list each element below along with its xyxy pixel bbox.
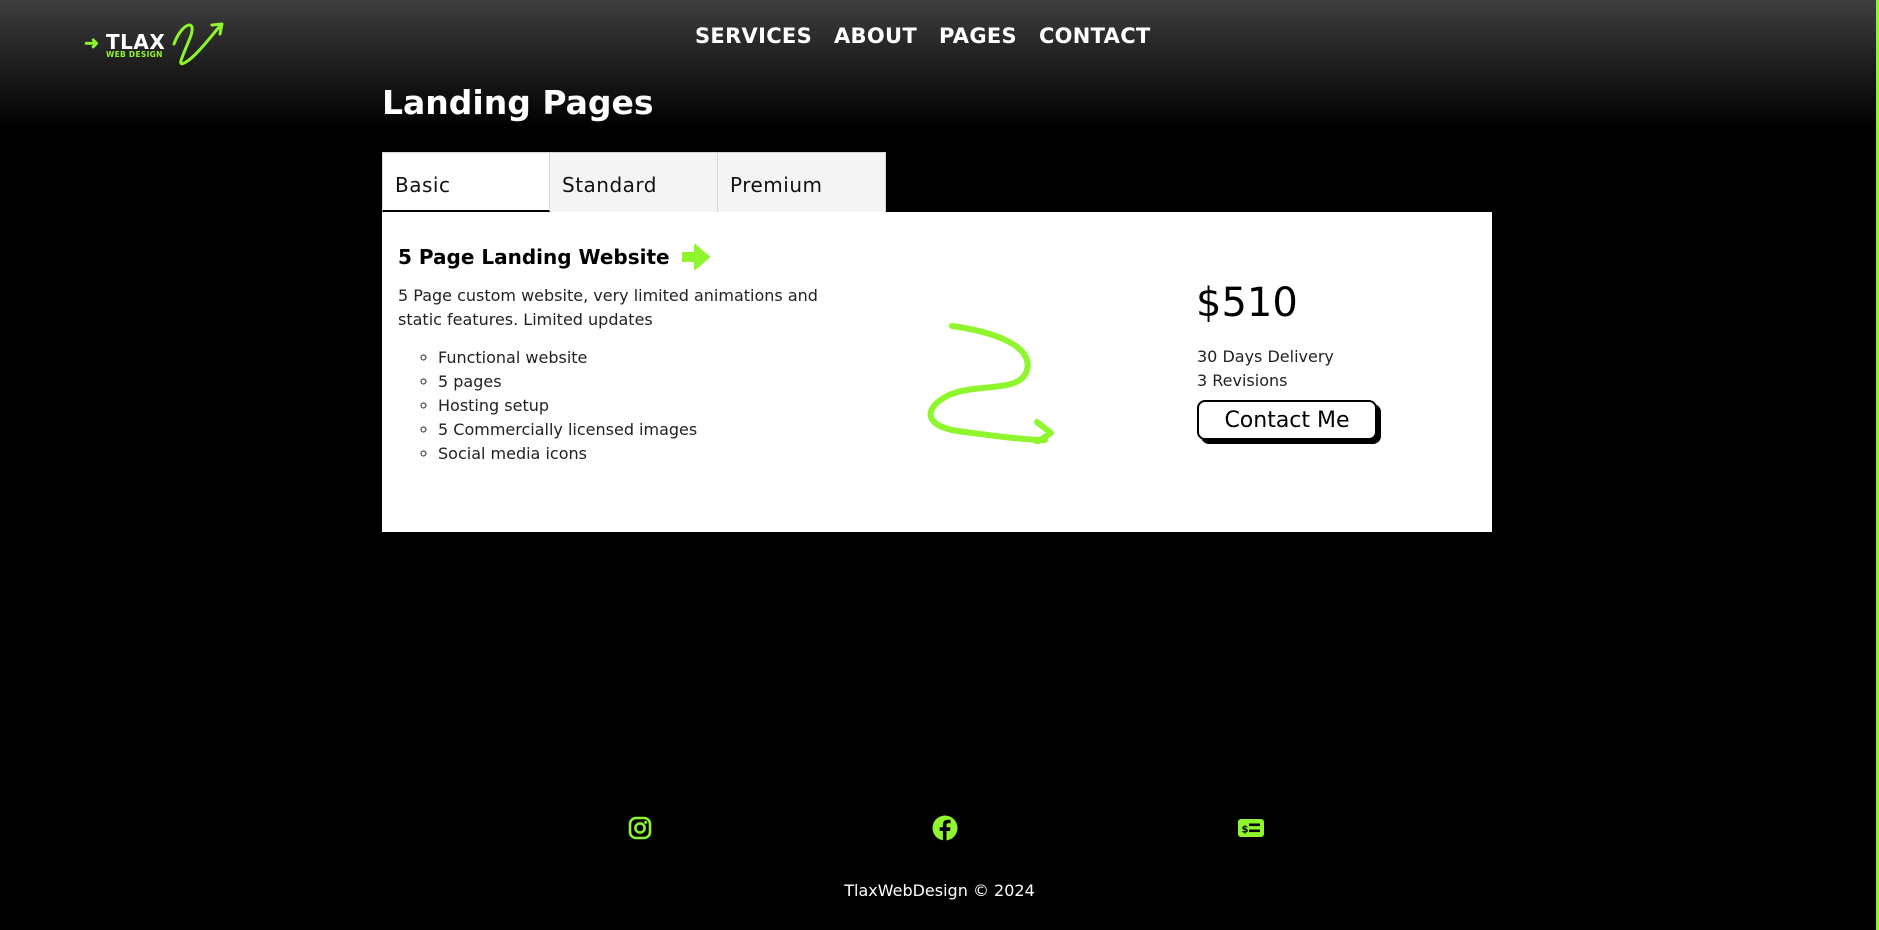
- squiggle-arrow-icon: [927, 323, 1054, 444]
- instagram-icon[interactable]: [626, 814, 654, 842]
- nav-about[interactable]: ABOUT: [834, 24, 917, 48]
- contact-me-button[interactable]: Contact Me: [1197, 400, 1377, 440]
- nav-pages[interactable]: PAGES: [939, 24, 1017, 48]
- feature-list: Functional website 5 pages Hosting setup…: [398, 346, 697, 466]
- page-title: Landing Pages: [382, 83, 654, 122]
- plan-meta: 30 Days Delivery 3 Revisions: [1197, 345, 1334, 393]
- pricing-tabs: Basic Standard Premium: [382, 152, 886, 212]
- tab-basic[interactable]: Basic: [382, 152, 550, 212]
- footer-copyright: TlaxWebDesign © 2024: [844, 881, 1035, 900]
- main-nav: SERVICES ABOUT PAGES CONTACT: [695, 24, 1151, 48]
- list-item: Hosting setup: [438, 394, 697, 418]
- list-item: 5 pages: [438, 370, 697, 394]
- svg-text:$: $: [1242, 825, 1249, 836]
- list-item: 5 Commercially licensed images: [438, 418, 697, 442]
- tab-standard[interactable]: Standard: [550, 152, 718, 212]
- arrow-right-icon: [681, 244, 710, 270]
- delivery-time: 30 Days Delivery: [1197, 347, 1334, 366]
- logo-tagline: WEB DESIGN: [106, 50, 163, 59]
- list-item: Social media icons: [438, 442, 697, 466]
- tab-premium[interactable]: Premium: [718, 152, 886, 212]
- revisions-count: 3 Revisions: [1197, 371, 1288, 390]
- list-item: Functional website: [438, 346, 697, 370]
- logo[interactable]: ➜ TLAX WEB DESIGN: [84, 16, 226, 70]
- pricing-icon[interactable]: $: [1237, 814, 1265, 842]
- facebook-icon[interactable]: [931, 814, 959, 842]
- plan-panel: 5 Page Landing Website 5 Page custom web…: [382, 212, 1492, 532]
- logo-arrow-icon: ➜: [84, 33, 100, 53]
- nav-contact[interactable]: CONTACT: [1039, 24, 1151, 48]
- plan-heading: 5 Page Landing Website: [398, 242, 712, 272]
- plan-description: 5 Page custom website, very limited anim…: [398, 286, 818, 329]
- plan-title: 5 Page Landing Website: [398, 245, 670, 269]
- nav-services[interactable]: SERVICES: [695, 24, 812, 48]
- plan-price: $510: [1196, 280, 1298, 326]
- site-header: ➜ TLAX WEB DESIGN SERVICES ABOUT PAGES C…: [0, 0, 1879, 80]
- logo-swoosh-icon: [172, 22, 224, 66]
